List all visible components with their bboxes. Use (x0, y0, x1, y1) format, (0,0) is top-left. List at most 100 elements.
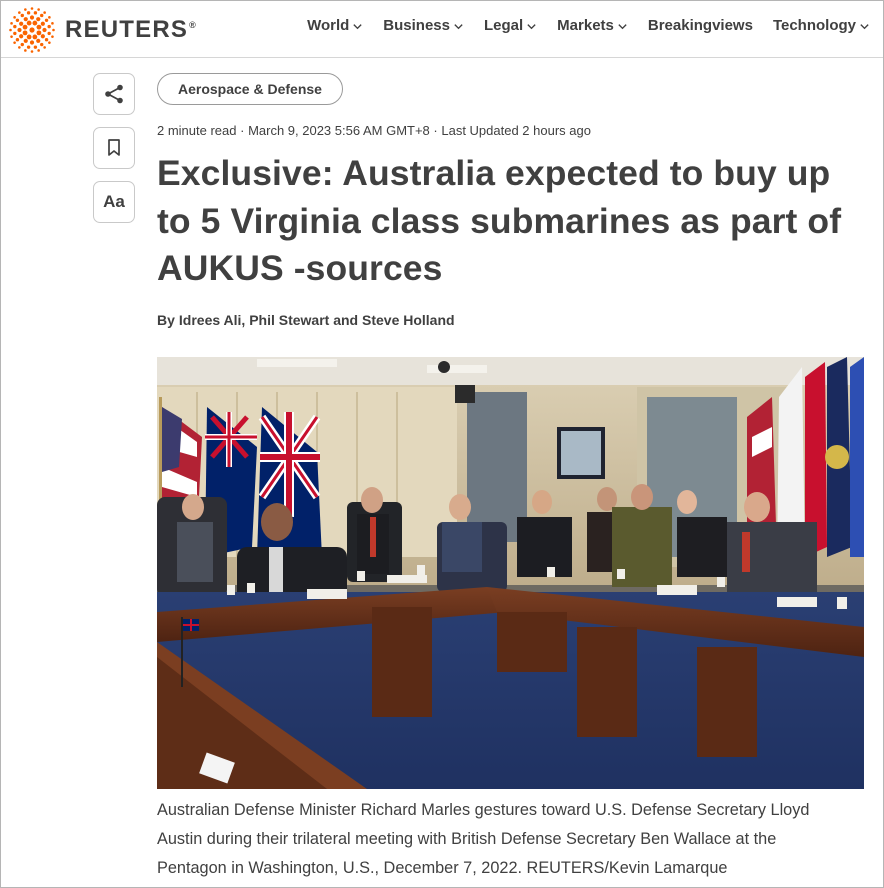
text-size-label: Aa (103, 192, 125, 211)
nav-legal-label: Legal (483, 17, 524, 34)
logo-dot (36, 38, 41, 43)
share-icon (105, 84, 123, 104)
nav-technology[interactable]: Technology (773, 17, 870, 34)
article-headline: Exclusive: Australia expected to buy up … (157, 150, 857, 293)
headline-line: Exclusive: Australia expected to buy up (157, 153, 831, 193)
logo-dot (30, 7, 34, 10)
meta-separator: · (429, 123, 442, 138)
logo-dot (20, 13, 24, 18)
chevron-down-icon (353, 24, 362, 30)
logo-dot (9, 28, 12, 32)
logo-dot (18, 46, 21, 49)
logo-dot (30, 50, 34, 53)
logo-dot (24, 49, 27, 52)
reuters-logo[interactable]: REUTERS® (8, 7, 197, 53)
logo-dot (43, 11, 46, 14)
logo-dot (15, 38, 20, 42)
logo-dot (33, 45, 38, 49)
logo-dot (40, 34, 45, 39)
logo-dot (13, 41, 16, 44)
nav-technology-label: Technology (772, 17, 856, 34)
logo-dot (36, 17, 41, 22)
article-photo[interactable] (157, 357, 864, 789)
logo-dot (19, 21, 24, 26)
logo-dot (48, 41, 51, 44)
logo-dot (24, 8, 27, 11)
logo-dot (17, 27, 22, 33)
logo-dot (29, 40, 35, 45)
logo-dot (13, 31, 17, 36)
bookmark-icon (108, 139, 120, 156)
meeting-room-photo (157, 357, 864, 789)
logo-dot (22, 24, 28, 30)
nav-world[interactable]: World (307, 17, 363, 34)
logo-dot (15, 18, 20, 22)
logo-dot (36, 30, 42, 36)
logo-dot (32, 20, 38, 26)
logo-dot (37, 49, 40, 52)
chevron-down-icon (618, 24, 627, 30)
caption-line: Pentagon in Washington, U.S., December 7… (157, 859, 728, 877)
bookmark-button[interactable] (93, 127, 135, 169)
caption-line: Austin during their trilateral meeting w… (157, 830, 777, 848)
chevron-down-icon (454, 24, 463, 30)
logo-dot (29, 27, 35, 33)
nav-business-label: Business (383, 17, 450, 34)
logo-dot (42, 27, 47, 33)
logo-dot (40, 13, 44, 18)
site-header: REUTERS® World Business Legal Markets Br… (0, 0, 884, 58)
logo-dot (10, 35, 13, 38)
last-updated: Last Updated 2 hours ago (441, 123, 591, 138)
byline-authors[interactable]: Idrees Ali, Phil Stewart and Steve Holla… (179, 312, 455, 328)
section-tag[interactable]: Aerospace & Defense (157, 73, 343, 105)
logo-dot (23, 38, 28, 43)
article-meta: 2 minute read · March 9, 2023 5:56 AM GM… (157, 123, 591, 138)
logo-dot (26, 34, 32, 40)
reuters-logo-icon (9, 7, 55, 53)
logo-dot (33, 11, 38, 15)
logo-dot (36, 24, 42, 30)
nav-breakingviews[interactable]: Breakingviews (648, 17, 753, 34)
share-button[interactable] (93, 73, 135, 115)
logo-dot (19, 34, 24, 39)
logo-dot (26, 11, 31, 15)
logo-dot (26, 20, 32, 26)
chevron-down-icon (860, 24, 869, 30)
logo-dot (18, 11, 21, 14)
logo-dot (29, 15, 35, 20)
logo-dot (22, 30, 28, 36)
registered-mark: ® (189, 20, 197, 30)
nav-markets[interactable]: Markets (557, 17, 628, 34)
nav-world-label: World (307, 17, 350, 34)
logo-dot (47, 24, 51, 29)
caption-line: Australian Defense Minister Richard Marl… (157, 801, 810, 819)
nav-legal[interactable]: Legal (484, 17, 537, 34)
nav-markets-label: Markets (557, 17, 614, 34)
logo-dot (48, 16, 51, 19)
logo-dot (23, 17, 28, 22)
logo-dot (32, 34, 38, 40)
logo-dot (26, 45, 31, 49)
logo-dot (10, 22, 13, 25)
logo-dot (13, 16, 16, 19)
logo-wordmark: REUTERS® (65, 16, 197, 43)
byline-prefix: By (157, 312, 175, 328)
logo-dot (40, 42, 44, 47)
logo-dot (37, 8, 40, 11)
chevron-down-icon (527, 24, 536, 30)
logo-dot (43, 46, 46, 49)
published-date: March 9, 2023 5:56 AM GMT+8 (248, 123, 430, 138)
logo-dot (51, 22, 54, 25)
section-tag-label: Aerospace & Defense (178, 81, 322, 97)
text-size-button[interactable]: Aa (93, 181, 135, 223)
logo-dot (51, 35, 54, 38)
logo-dot (44, 38, 49, 42)
logo-dot (52, 28, 55, 32)
headline-line: to 5 Virginia class submarines as part o… (157, 200, 842, 241)
logo-dot (20, 42, 24, 47)
read-time: 2 minute read (157, 123, 237, 138)
logo-dot (13, 24, 17, 29)
byline: By Idrees Ali, Phil Stewart and Steve Hol… (157, 312, 455, 328)
nav-business[interactable]: Business (383, 17, 464, 34)
headline-line: AUKUS -sources (157, 248, 443, 288)
